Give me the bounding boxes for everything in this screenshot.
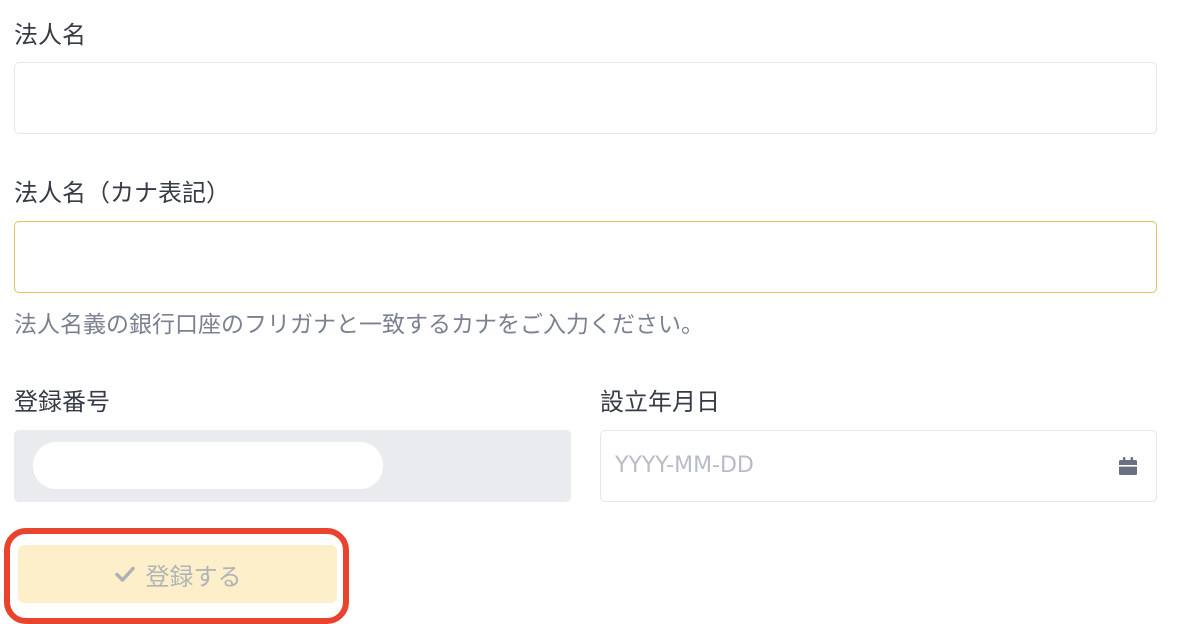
submit-button-label: 登録する — [145, 562, 242, 591]
registration-number-label: 登録番号 — [14, 388, 110, 416]
established-date-label: 設立年月日 — [600, 388, 720, 416]
calendar-icon[interactable] — [1118, 456, 1138, 476]
established-date-placeholder: YYYY-MM-DD — [615, 453, 754, 478]
check-icon — [114, 566, 135, 582]
submit-button[interactable]: 登録する — [18, 545, 337, 603]
corporate-name-label: 法人名 — [14, 21, 86, 49]
registration-number-field — [14, 430, 571, 502]
established-date-input[interactable]: YYYY-MM-DD — [600, 430, 1157, 502]
corporate-name-input[interactable] — [14, 62, 1157, 134]
corporate-name-kana-label: 法人名（カナ表記） — [14, 179, 230, 207]
corporate-name-kana-help: 法人名義の銀行口座のフリガナと一致するカナをご入力ください。 — [14, 312, 704, 338]
redacted-value — [33, 442, 383, 489]
corporate-name-kana-input[interactable] — [14, 221, 1157, 293]
